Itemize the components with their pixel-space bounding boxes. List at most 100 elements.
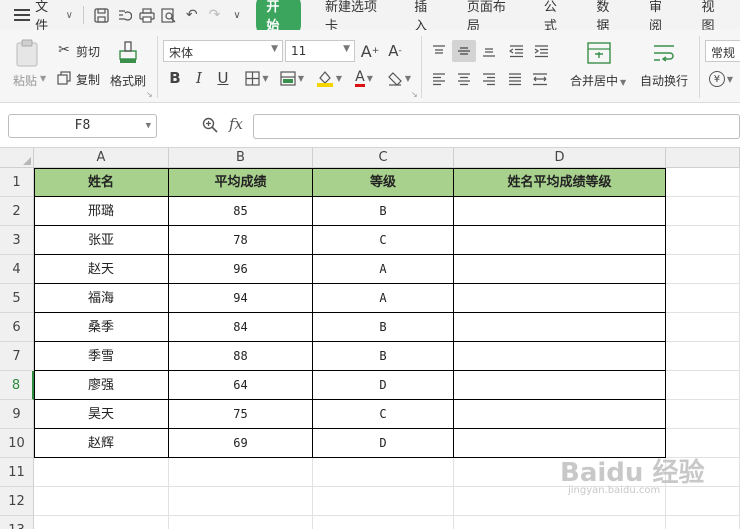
table-header-cell[interactable]: 姓名平均成绩等级	[454, 168, 666, 197]
table-cell[interactable]	[454, 255, 666, 284]
table-cell[interactable]: 88	[169, 342, 313, 371]
save-icon[interactable]	[90, 3, 113, 27]
table-cell[interactable]: 季雪	[34, 342, 169, 371]
tab-view[interactable]: 视图	[702, 0, 727, 34]
table-cell[interactable]: D	[313, 429, 454, 458]
customize-icon[interactable]: ∨	[226, 3, 249, 27]
table-cell[interactable]: B	[313, 197, 454, 226]
table-cell[interactable]: 69	[169, 429, 313, 458]
align-bottom-icon[interactable]	[478, 40, 500, 62]
decrease-font-icon[interactable]: A-	[384, 40, 406, 62]
table-cell[interactable]: B	[313, 342, 454, 371]
cell[interactable]	[666, 342, 740, 371]
table-cell[interactable]	[454, 313, 666, 342]
table-cell[interactable]	[454, 400, 666, 429]
dialog-launcher-icon[interactable]: ↘	[411, 90, 418, 99]
file-menu[interactable]: 文件	[35, 0, 60, 34]
export-icon[interactable]	[113, 3, 136, 27]
column-header[interactable]	[666, 148, 740, 168]
row-header-12[interactable]: 12	[0, 487, 34, 516]
table-cell[interactable]: A	[313, 255, 454, 284]
align-top-icon[interactable]	[428, 40, 450, 62]
row-header-1[interactable]: 1	[0, 168, 34, 197]
tab-page-layout[interactable]: 页面布局	[467, 0, 516, 34]
wrap-text-icon[interactable]	[651, 40, 677, 66]
cell[interactable]	[666, 197, 740, 226]
borders-icon[interactable]: ▼	[242, 68, 272, 88]
currency-icon[interactable]: ¥ ▼	[706, 68, 736, 90]
cell[interactable]	[34, 516, 169, 529]
cell[interactable]	[666, 400, 740, 429]
paste-button[interactable]: 粘贴	[13, 72, 37, 89]
paste-icon[interactable]	[14, 38, 40, 68]
table-cell[interactable]	[454, 197, 666, 226]
format-painter-button[interactable]: 格式刷	[110, 72, 146, 89]
table-header-cell[interactable]: 平均成绩	[169, 168, 313, 197]
tab-formulas[interactable]: 公式	[544, 0, 569, 34]
row-header-13[interactable]: 13	[0, 516, 34, 529]
row-header-10[interactable]: 10	[0, 429, 34, 458]
table-cell[interactable]	[454, 226, 666, 255]
row-header-2[interactable]: 2	[0, 197, 34, 226]
undo-icon[interactable]: ↶	[180, 3, 203, 27]
table-cell[interactable]: A	[313, 284, 454, 313]
table-cell[interactable]: 75	[169, 400, 313, 429]
table-cell[interactable]: 64	[169, 371, 313, 400]
cell[interactable]	[666, 371, 740, 400]
increase-indent-icon[interactable]	[530, 40, 552, 62]
align-left-icon[interactable]	[428, 68, 450, 90]
cell[interactable]	[313, 487, 454, 516]
select-all-corner[interactable]	[0, 148, 34, 168]
tab-new[interactable]: 新建选项卡	[325, 0, 386, 34]
tab-data[interactable]: 数据	[596, 0, 621, 34]
menu-icon[interactable]	[14, 9, 30, 21]
table-cell[interactable]: 邢璐	[34, 197, 169, 226]
row-header-3[interactable]: 3	[0, 226, 34, 255]
underline-icon[interactable]: U	[214, 68, 232, 88]
name-box[interactable]: F8 ▼	[8, 114, 157, 138]
row-header-5[interactable]: 5	[0, 284, 34, 313]
align-middle-icon[interactable]	[452, 40, 476, 62]
cell[interactable]	[454, 516, 666, 529]
copy-button[interactable]: 复制	[76, 71, 100, 88]
zoom-icon[interactable]	[202, 117, 218, 137]
redo-icon[interactable]: ↷	[203, 3, 226, 27]
table-cell[interactable]: B	[313, 313, 454, 342]
cell[interactable]	[666, 168, 740, 197]
table-cell[interactable]: 桑季	[34, 313, 169, 342]
cell[interactable]	[169, 516, 313, 529]
table-header-cell[interactable]: 姓名	[34, 168, 169, 197]
merge-center-button[interactable]: 合并居中 ▼	[570, 72, 626, 89]
cell[interactable]	[666, 516, 740, 529]
table-cell[interactable]: 张亚	[34, 226, 169, 255]
number-format-select[interactable]: 常规	[705, 40, 740, 62]
row-header-11[interactable]: 11	[0, 458, 34, 487]
cell[interactable]	[666, 255, 740, 284]
table-cell[interactable]: 84	[169, 313, 313, 342]
justify-icon[interactable]	[504, 68, 526, 90]
print-icon[interactable]	[135, 3, 158, 27]
font-name-select[interactable]: 宋体 ▼	[163, 40, 283, 62]
row-header-4[interactable]: 4	[0, 255, 34, 284]
cell[interactable]	[169, 458, 313, 487]
fill-color-icon[interactable]: ▼	[312, 68, 346, 88]
table-cell[interactable]: 96	[169, 255, 313, 284]
row-header-8[interactable]: 8	[0, 371, 34, 400]
formula-input[interactable]	[253, 114, 740, 139]
table-cell[interactable]: 赵天	[34, 255, 169, 284]
print-preview-icon[interactable]	[158, 3, 181, 27]
distributed-align-icon[interactable]	[528, 68, 552, 90]
table-cell[interactable]: 福海	[34, 284, 169, 313]
table-cell[interactable]: 85	[169, 197, 313, 226]
dialog-launcher-icon[interactable]: ↘	[146, 90, 153, 99]
insert-function-icon[interactable]: fx	[229, 115, 243, 133]
italic-icon[interactable]: I	[190, 68, 208, 88]
cell[interactable]	[666, 284, 740, 313]
align-center-icon[interactable]	[452, 68, 476, 90]
tab-review[interactable]: 审阅	[649, 0, 674, 34]
table-cell[interactable]	[454, 284, 666, 313]
cell[interactable]	[169, 487, 313, 516]
cell[interactable]	[313, 516, 454, 529]
font-color-icon[interactable]: A ▼	[349, 68, 379, 88]
column-header-a[interactable]: A	[34, 148, 169, 168]
